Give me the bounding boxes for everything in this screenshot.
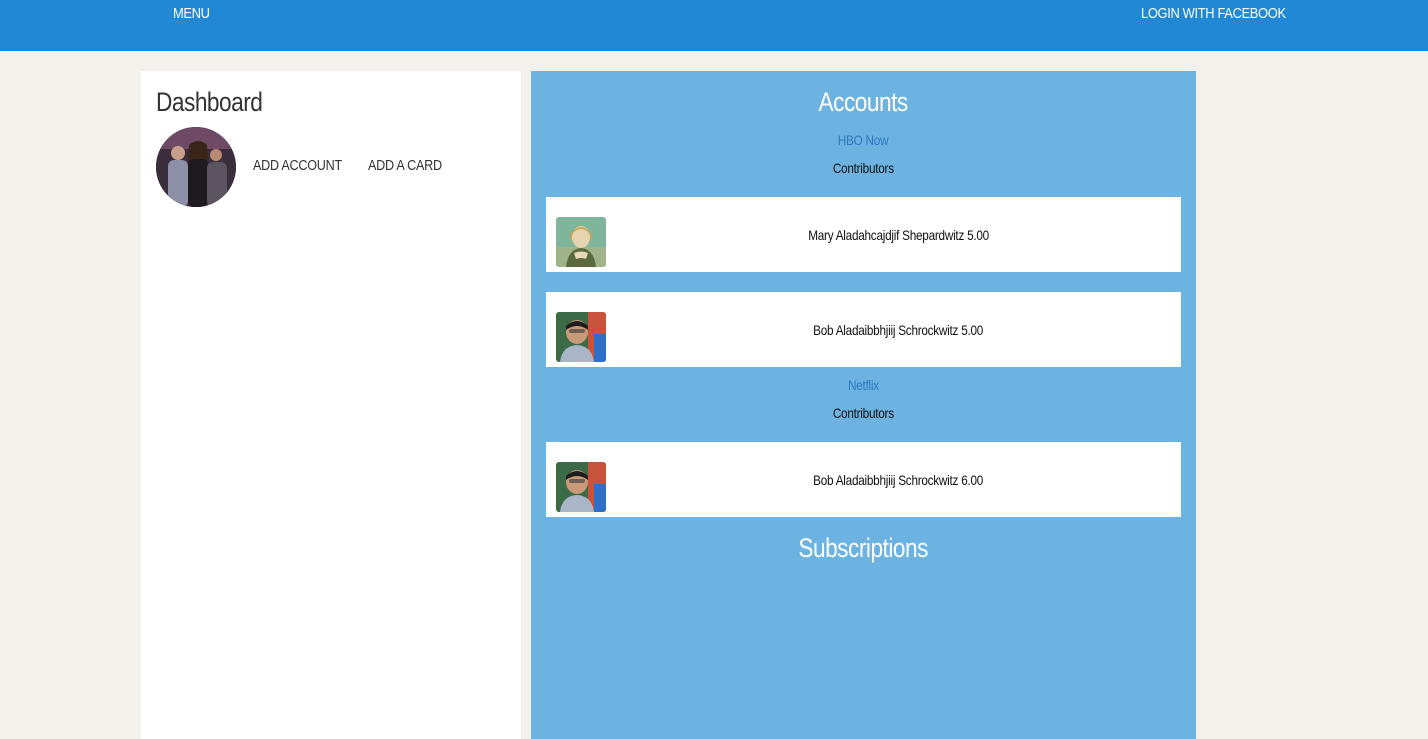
user-avatar (156, 127, 236, 207)
contributor-avatar (556, 312, 606, 362)
accounts-heading: Accounts (818, 87, 909, 117)
contributor-avatar (556, 462, 606, 512)
dashboard-panel: Dashboard ADD ACCOUNT ADD A CARD (141, 71, 521, 739)
contributor-avatar (556, 217, 606, 267)
contributor-row: Bob Aladaibbhjiij Schrockwitz 6.00 (546, 442, 1181, 517)
accounts-panel: Accounts HBO Now Contributors Mary Alada… (531, 71, 1196, 739)
menu-link[interactable]: MENU (173, 5, 210, 22)
login-with-facebook-link[interactable]: LOGIN WITH FACEBOOK (1141, 5, 1286, 22)
contributor-text: Mary Aladahcajdjif Shepardwitz 5.00 (808, 227, 989, 243)
account-name-hbo-now[interactable]: HBO Now (531, 132, 1196, 148)
top-nav-bar: MENU LOGIN WITH FACEBOOK (0, 0, 1428, 51)
contributor-text: Bob Aladaibbhjiij Schrockwitz 6.00 (813, 472, 984, 488)
account-name-netflix[interactable]: Netflix (531, 377, 1196, 393)
contributor-row: Mary Aladahcajdjif Shepardwitz 5.00 (546, 197, 1181, 272)
contributor-row: Bob Aladaibbhjiij Schrockwitz 5.00 (546, 292, 1181, 367)
contributors-label: Contributors (832, 160, 895, 176)
subscriptions-heading: Subscriptions (798, 533, 929, 563)
add-account-button[interactable]: ADD ACCOUNT (253, 157, 342, 174)
contributor-text: Bob Aladaibbhjiij Schrockwitz 5.00 (813, 322, 984, 338)
contributors-label: Contributors (832, 405, 895, 421)
add-card-button[interactable]: ADD A CARD (368, 157, 442, 174)
dashboard-title: Dashboard (156, 87, 263, 117)
